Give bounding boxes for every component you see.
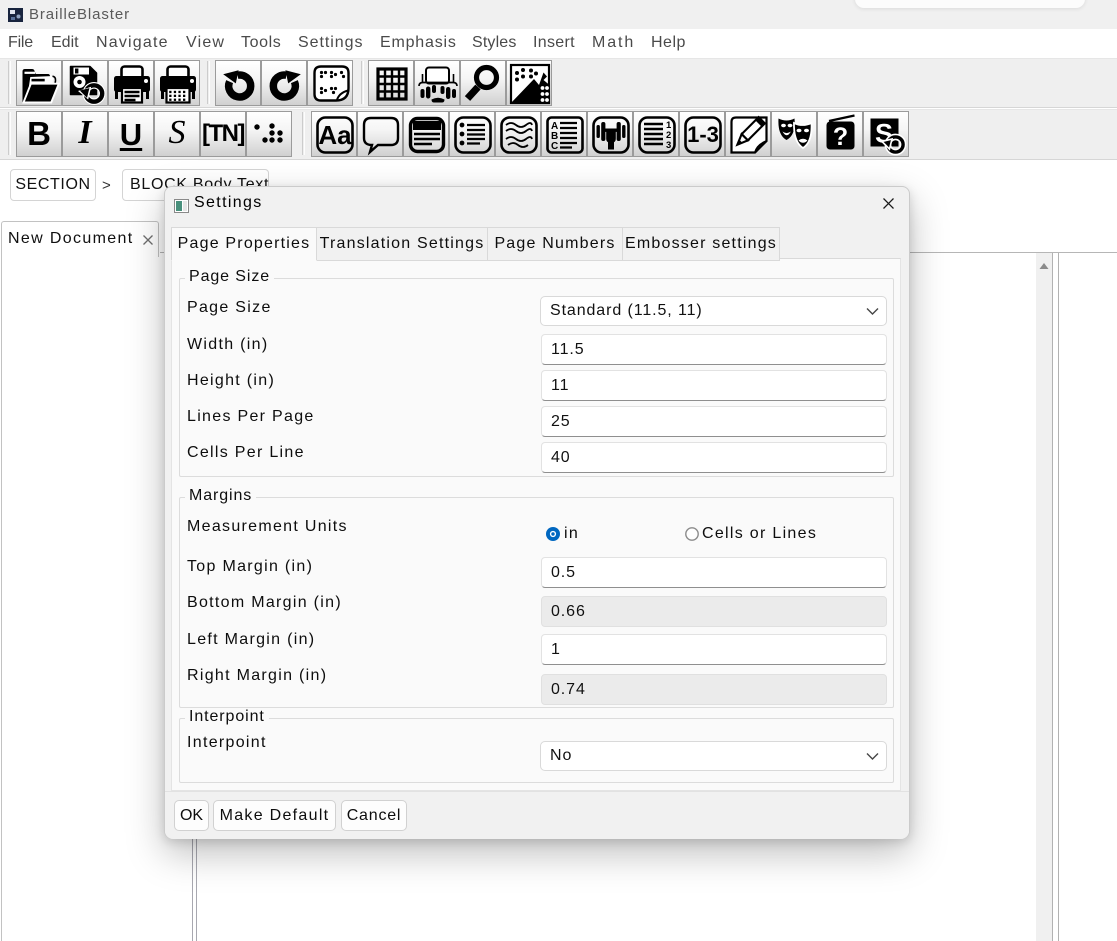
svg-text:C: C xyxy=(551,141,558,152)
svg-text:1-3: 1-3 xyxy=(687,122,719,147)
svg-text:Aa: Aa xyxy=(318,120,352,150)
svg-text:?: ? xyxy=(833,123,848,151)
svg-text:3: 3 xyxy=(666,140,671,151)
